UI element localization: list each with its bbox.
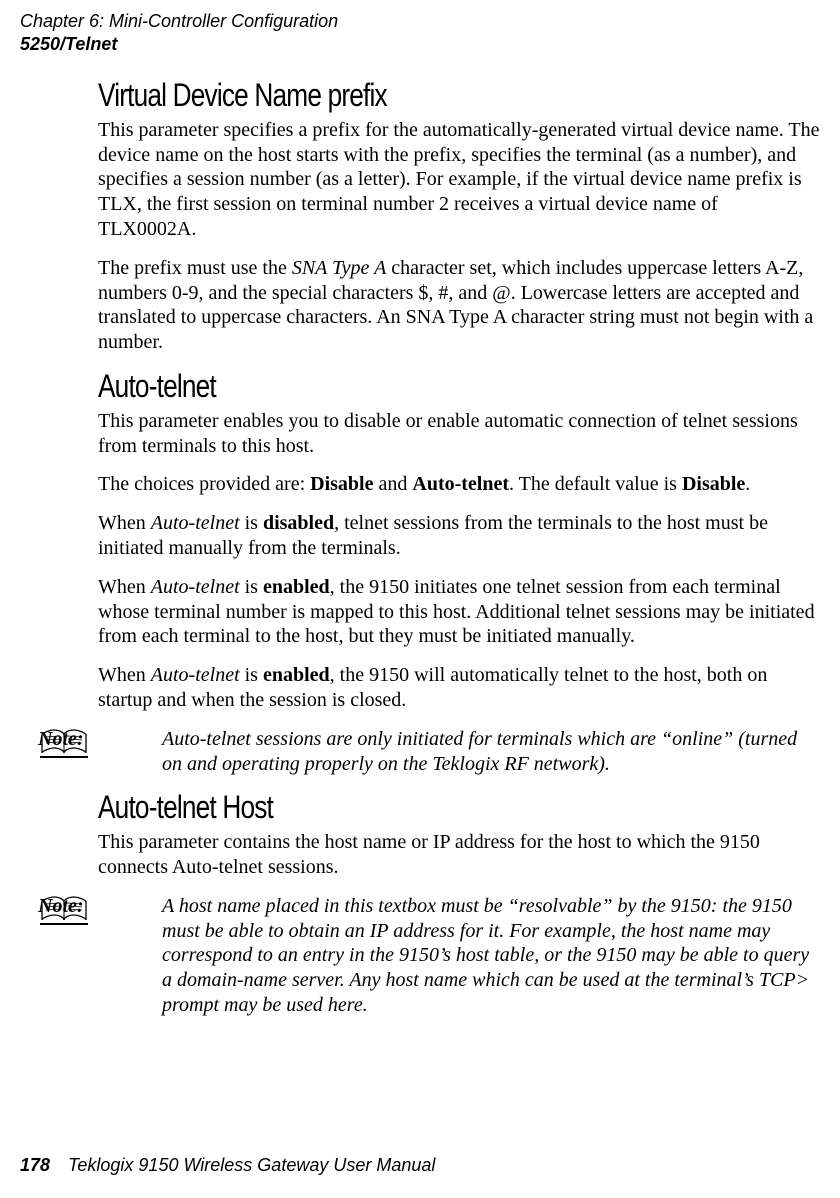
footer-title: Teklogix 9150 Wireless Gateway User Manu…: [68, 1155, 435, 1175]
running-header: Chapter 6: Mini-Controller Configuration…: [20, 10, 338, 55]
content: Virtual Device Name prefix This paramete…: [98, 78, 820, 1032]
text-bold: Disable: [682, 473, 745, 495]
note-text: Note:A host name placed in this textbox …: [100, 894, 820, 1018]
paragraph: When Auto-telnet is enabled, the 9150 in…: [98, 575, 820, 649]
paragraph: When Auto-telnet is disabled, telnet ses…: [98, 511, 820, 561]
note-body: A host name placed in this textbox must …: [162, 895, 809, 1016]
text: The choices provided are:: [98, 473, 310, 495]
paragraph: This parameter specifies a prefix for th…: [98, 118, 820, 242]
note-body: Auto-telnet sessions are only initiated …: [162, 728, 797, 775]
text-italic: SNA Type A: [292, 257, 386, 279]
note-block: Note:Auto-telnet sessions are only initi…: [40, 727, 820, 777]
text-bold: enabled: [263, 664, 330, 686]
text: When: [98, 512, 151, 534]
page-number: 178: [20, 1155, 50, 1175]
note-label: Note:: [100, 727, 162, 752]
text-italic: Auto-telnet: [151, 576, 240, 598]
header-section: 5250/Telnet: [20, 33, 338, 56]
text-bold: Auto-telnet: [412, 473, 509, 495]
heading-virtual-device-name-prefix: Virtual Device Name prefix: [98, 78, 690, 114]
text: When: [98, 576, 151, 598]
page: Chapter 6: Mini-Controller Configuration…: [0, 0, 840, 1198]
text-italic: Auto-telnet: [151, 664, 240, 686]
heading-auto-telnet-host: Auto-telnet Host: [98, 790, 690, 826]
text: .: [745, 473, 750, 495]
paragraph: When Auto-telnet is enabled, the 9150 wi…: [98, 663, 820, 713]
paragraph: The prefix must use the SNA Type A chara…: [98, 256, 820, 355]
text-italic: Auto-telnet: [151, 512, 240, 534]
text-bold: Disable: [310, 473, 373, 495]
note-label: Note:: [100, 894, 162, 919]
header-chapter: Chapter 6: Mini-Controller Configuration: [20, 10, 338, 33]
text: . The default value is: [509, 473, 682, 495]
text-bold: enabled: [263, 576, 330, 598]
note-text: Note:Auto-telnet sessions are only initi…: [100, 727, 820, 777]
footer: 178 Teklogix 9150 Wireless Gateway User M…: [20, 1155, 435, 1176]
text: is: [240, 664, 263, 686]
text: When: [98, 664, 151, 686]
paragraph: The choices provided are: Disable and Au…: [98, 472, 820, 497]
note-block: Note:A host name placed in this textbox …: [40, 894, 820, 1018]
paragraph: This parameter contains the host name or…: [98, 830, 820, 880]
text: The prefix must use the: [98, 257, 292, 279]
text: and: [373, 473, 412, 495]
text-bold: disabled: [263, 512, 334, 534]
text: is: [240, 512, 263, 534]
text: is: [240, 576, 263, 598]
paragraph: This parameter enables you to disable or…: [98, 409, 820, 459]
heading-auto-telnet: Auto-telnet: [98, 369, 690, 405]
